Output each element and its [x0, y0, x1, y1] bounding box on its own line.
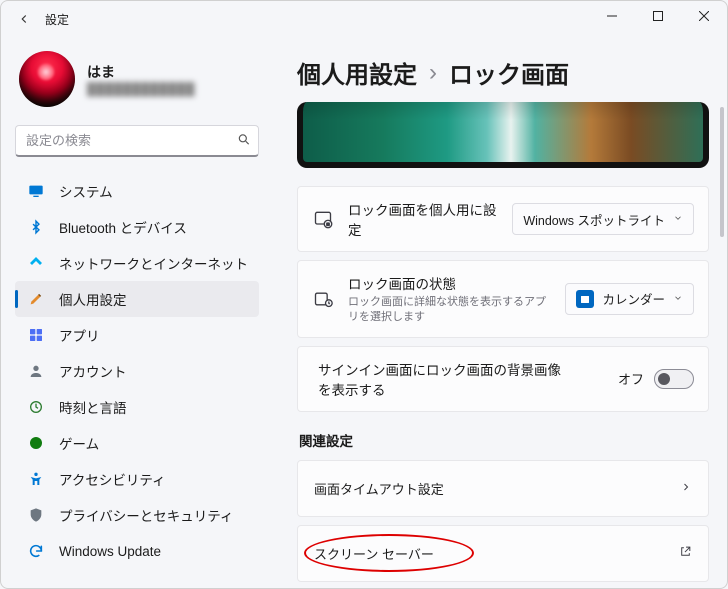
row-signin-background: サインイン画面にロック画面の背景画像を表示する オフ: [297, 346, 709, 412]
paintbrush-icon: [27, 290, 45, 308]
window-controls: [589, 1, 727, 31]
sidebar-item-bluetooth[interactable]: Bluetooth とデバイス: [15, 209, 259, 245]
back-button[interactable]: [9, 4, 39, 34]
minimize-button[interactable]: [589, 1, 635, 31]
chevron-down-icon: [673, 292, 683, 306]
apps-icon: [27, 326, 45, 344]
globe-clock-icon: [27, 398, 45, 416]
sidebar-item-accounts[interactable]: アカウント: [15, 353, 259, 389]
close-icon: [699, 11, 709, 21]
row-title: ロック画面の状態: [348, 273, 551, 293]
row-personalize-lockscreen: ロック画面を個人用に設定 Windows スポットライト: [297, 186, 709, 252]
row-screen-timeout[interactable]: 画面タイムアウト設定: [297, 460, 709, 517]
dropdown-value: カレンダー: [602, 289, 665, 308]
user-text: はま ████████████: [87, 62, 195, 96]
sidebar: はま ████████████ システム: [1, 37, 273, 588]
sidebar-item-gaming[interactable]: ゲーム: [15, 425, 259, 461]
external-link-icon: [679, 545, 692, 561]
sidebar-item-label: Bluetooth とデバイス: [59, 217, 187, 237]
sidebar-item-label: Windows Update: [59, 544, 161, 559]
scrollbar-thumb[interactable]: [720, 107, 724, 237]
sidebar-item-accessibility[interactable]: アクセシビリティ: [15, 461, 259, 497]
titlebar: 設定: [1, 1, 727, 37]
search-wrap: [15, 125, 259, 157]
xbox-icon: [27, 434, 45, 452]
chevron-down-icon: [673, 212, 683, 226]
sidebar-item-apps[interactable]: アプリ: [15, 317, 259, 353]
chevron-right-icon: [680, 481, 692, 496]
arrow-left-icon: [17, 12, 31, 26]
personalize-dropdown[interactable]: Windows スポットライト: [512, 203, 694, 235]
main-pane: 個人用設定 › ロック画面 ロック画面を個人用に設定 Windows スポットラ…: [273, 37, 727, 588]
person-icon: [27, 362, 45, 380]
sidebar-item-label: アクセシビリティ: [59, 469, 166, 489]
user-block[interactable]: はま ████████████: [15, 45, 259, 117]
page-title: ロック画面: [449, 55, 569, 90]
status-app-icon: [312, 289, 334, 309]
row-title: サインイン画面にロック画面の背景画像を表示する: [318, 359, 568, 399]
sidebar-item-label: ゲーム: [59, 433, 99, 453]
sidebar-item-label: 個人用設定: [59, 289, 127, 309]
monitor-icon: [27, 182, 45, 200]
sidebar-item-windows-update[interactable]: Windows Update: [15, 533, 259, 569]
row-lockscreen-status: ロック画面の状態 ロック画面に詳細な状態を表示するアプリを選択します カレンダー: [297, 260, 709, 338]
settings-window: 設定 はま ████████████: [0, 0, 728, 589]
maximize-button[interactable]: [635, 1, 681, 31]
search-icon: [237, 133, 251, 150]
window-title: 設定: [45, 11, 69, 28]
sidebar-item-label: システム: [59, 181, 113, 201]
status-app-dropdown[interactable]: カレンダー: [565, 283, 694, 315]
sidebar-item-label: 時刻と言語: [59, 397, 127, 417]
sidebar-item-time-language[interactable]: 時刻と言語: [15, 389, 259, 425]
shield-icon: [27, 506, 45, 524]
link-label: 画面タイムアウト設定: [314, 479, 444, 498]
breadcrumb: 個人用設定 › ロック画面: [297, 55, 709, 90]
user-email: ████████████: [87, 82, 195, 96]
sidebar-item-label: アカウント: [59, 361, 127, 381]
sidebar-item-privacy[interactable]: プライバシーとセキュリティ: [15, 497, 259, 533]
row-screensaver[interactable]: スクリーン セーバー: [297, 525, 709, 582]
signin-bg-toggle[interactable]: [654, 369, 694, 389]
avatar: [19, 51, 75, 107]
row-title: ロック画面を個人用に設定: [348, 199, 498, 239]
nav: システム Bluetooth とデバイス ネットワークとインターネット: [15, 173, 259, 569]
related-settings-header: 関連設定: [299, 430, 709, 450]
wifi-icon: [27, 254, 45, 272]
bluetooth-icon: [27, 218, 45, 236]
dropdown-value: Windows スポットライト: [523, 210, 665, 229]
picture-lock-icon: [312, 209, 334, 229]
minimize-icon: [607, 11, 617, 21]
sidebar-item-label: アプリ: [59, 325, 100, 345]
content: はま ████████████ システム: [1, 37, 727, 588]
maximize-icon: [653, 11, 663, 21]
row-subtitle: ロック画面に詳細な状態を表示するアプリを選択します: [348, 295, 551, 325]
accessibility-icon: [27, 470, 45, 488]
search-input[interactable]: [15, 125, 259, 157]
breadcrumb-parent[interactable]: 個人用設定: [297, 55, 417, 90]
close-button[interactable]: [681, 1, 727, 31]
update-icon: [27, 542, 45, 560]
sidebar-item-system[interactable]: システム: [15, 173, 259, 209]
calendar-icon: [576, 290, 594, 308]
sidebar-item-label: プライバシーとセキュリティ: [59, 505, 233, 525]
sidebar-item-network[interactable]: ネットワークとインターネット: [15, 245, 259, 281]
sidebar-item-personalization[interactable]: 個人用設定: [15, 281, 259, 317]
scrollbar[interactable]: [720, 107, 724, 588]
chevron-right-icon: ›: [429, 59, 437, 87]
sidebar-item-label: ネットワークとインターネット: [59, 253, 248, 273]
toggle-label: オフ: [618, 369, 644, 388]
user-name: はま: [87, 62, 195, 82]
link-label: スクリーン セーバー: [314, 544, 434, 563]
lockscreen-preview: [297, 102, 709, 168]
